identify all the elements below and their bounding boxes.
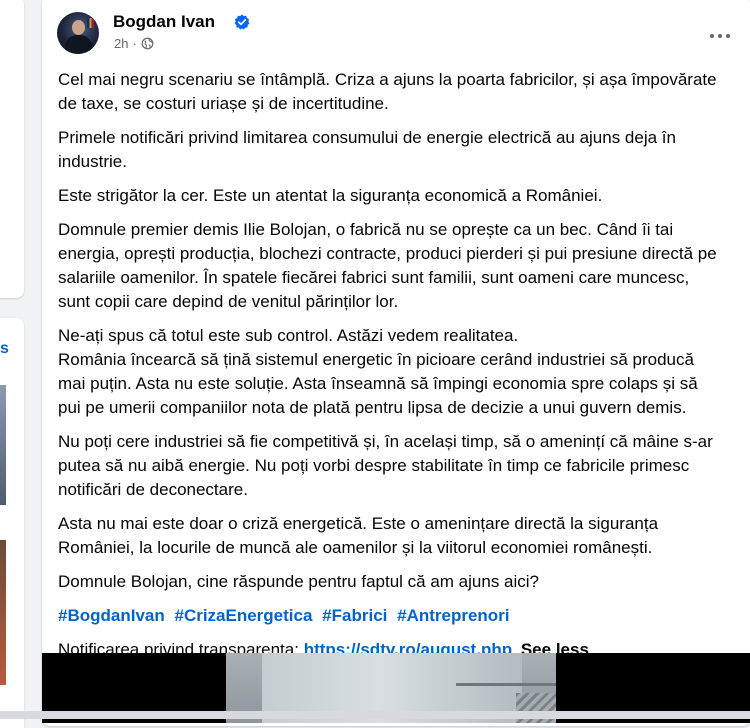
left-thumbnail-2[interactable] — [0, 540, 6, 685]
left-column-fragment: s — [0, 0, 38, 728]
meta-separator: · — [132, 36, 137, 51]
more-dot — [710, 34, 714, 38]
post-body: Cel mai negru scenariu se întâmplă. Criz… — [58, 68, 718, 672]
hashtag-link[interactable]: #BogdanIvan — [58, 606, 165, 625]
more-dot — [718, 34, 722, 38]
left-card-top — [0, 0, 24, 298]
post-paragraph: Cel mai negru scenariu se întâmplă. Criz… — [58, 70, 717, 113]
left-thumbnail-1[interactable] — [0, 385, 6, 505]
post-paragraph-group: Ne-ați spus că totul este sub control. A… — [58, 324, 718, 420]
post-header: Bogdan Ivan 2h · — [57, 12, 738, 60]
post-card: Bogdan Ivan 2h · Cel mai negru scenariu … — [42, 0, 750, 726]
verified-badge-icon[interactable] — [234, 14, 250, 30]
left-fragment-text[interactable]: s — [0, 340, 9, 358]
hashtag-link[interactable]: #Antreprenori — [397, 606, 509, 625]
post-line: Ne-ați spus că totul este sub control. A… — [58, 326, 519, 345]
post-paragraph: Domnule premier demis Ilie Bolojan, o fa… — [58, 220, 717, 311]
post-meta: 2h · — [114, 36, 154, 51]
hashtag-link[interactable]: #Fabrici — [322, 606, 387, 625]
post-paragraph: Primele notificări privind limitarea con… — [58, 128, 676, 171]
bottom-edge — [0, 711, 750, 719]
author-name[interactable]: Bogdan Ivan — [113, 12, 215, 32]
avatar-body — [65, 35, 92, 54]
more-options-button[interactable] — [702, 18, 738, 54]
author-avatar[interactable] — [57, 12, 99, 54]
more-dot — [726, 34, 730, 38]
globe-icon[interactable] — [141, 37, 154, 50]
post-paragraph: Este strigător la cer. Este un atentat l… — [58, 186, 603, 205]
post-paragraph: Nu poți cere industriei să fie competiti… — [58, 432, 713, 499]
hashtags: #BogdanIvan #CrizaEnergetica #Fabrici #A… — [58, 604, 718, 628]
media-beam — [456, 683, 556, 686]
post-line: România încearcă să țină sistemul energe… — [58, 350, 698, 417]
post-paragraph: Asta nu mai este doar o criză energetică… — [58, 514, 659, 557]
hashtag-link[interactable]: #CrizaEnergetica — [174, 606, 312, 625]
avatar-head — [72, 20, 85, 35]
post-timestamp[interactable]: 2h — [114, 36, 128, 51]
avatar-flag — [87, 18, 94, 28]
post-paragraph: Domnule Bolojan, cine răspunde pentru fa… — [58, 572, 540, 591]
